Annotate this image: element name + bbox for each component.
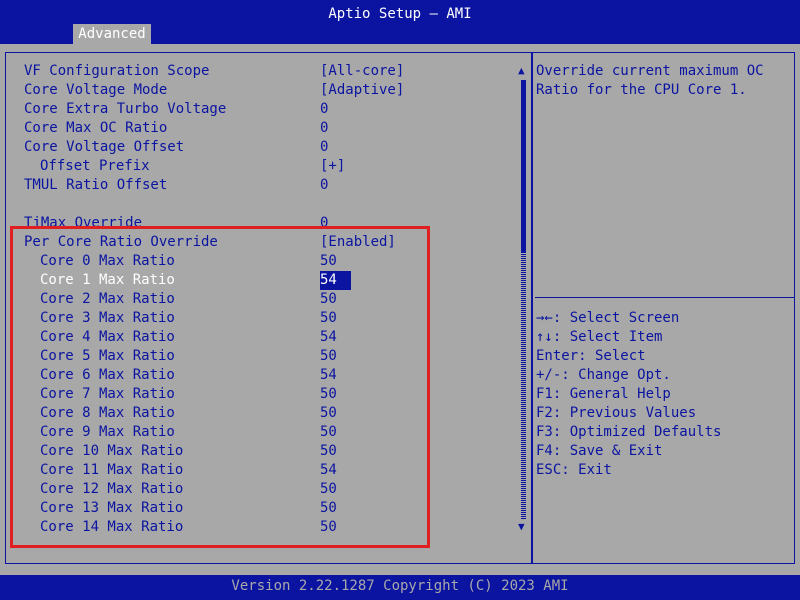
scroll-up-arrow-icon[interactable]: ▲ <box>518 64 525 77</box>
scrollbar-thumb[interactable] <box>521 80 526 252</box>
key-enter: Enter: Select <box>536 348 646 364</box>
setting-value[interactable]: 0 <box>320 100 328 119</box>
key-f4: F4: Save & Exit <box>536 443 663 459</box>
setting-label: TMUL Ratio Offset <box>24 177 168 193</box>
key-f2: F2: Previous Values <box>536 405 697 421</box>
setting-value[interactable]: 0 <box>320 176 328 195</box>
setting-row-tmul-ratio-offset[interactable]: TMUL Ratio Offset 0 <box>24 176 514 195</box>
app-title: Aptio Setup – AMI <box>328 6 472 22</box>
setting-value[interactable]: [Adaptive] <box>320 81 404 100</box>
settings-spacer <box>24 195 514 214</box>
key-change-opt: +/-: Change Opt. <box>536 367 671 383</box>
setting-row-core-max-oc-ratio[interactable]: Core Max OC Ratio 0 <box>24 119 514 138</box>
setting-value[interactable]: [+] <box>320 157 345 176</box>
setting-row-offset-prefix[interactable]: Offset Prefix [+] <box>24 157 514 176</box>
highlight-annotation-box <box>10 226 430 548</box>
key-f3: F3: Optimized Defaults <box>536 424 722 440</box>
tab-advanced[interactable]: Advanced <box>73 24 151 44</box>
scroll-down-arrow-icon[interactable]: ▼ <box>518 520 525 533</box>
setting-label: Core Max OC Ratio <box>24 120 168 136</box>
setting-label: Core Extra Turbo Voltage <box>24 101 227 117</box>
key-legend: →←: Select Screen ↑↓: Select Item Enter:… <box>536 309 791 480</box>
footer-version: Version 2.22.1287 Copyright (C) 2023 AMI <box>0 575 800 600</box>
setting-value[interactable]: 0 <box>320 119 328 138</box>
panel-divider <box>531 52 533 564</box>
setting-label: Core Voltage Offset <box>24 139 185 155</box>
setting-row-core-voltage-mode[interactable]: Core Voltage Mode [Adaptive] <box>24 81 514 100</box>
key-f1: F1: General Help <box>536 386 671 402</box>
setting-row-vf-configuration-scope[interactable]: VF Configuration Scope [All-core] <box>24 62 514 81</box>
key-esc: ESC: Exit <box>536 462 612 478</box>
title-bar: Aptio Setup – AMI Advanced <box>0 0 800 44</box>
main-panel: VF Configuration Scope [All-core] Core Vol… <box>0 44 800 575</box>
help-description: Override current maximum OC Ratio for th… <box>536 63 773 98</box>
setting-row-core-extra-turbo-voltage[interactable]: Core Extra Turbo Voltage 0 <box>24 100 514 119</box>
help-separator <box>535 297 795 298</box>
setting-label: VF Configuration Scope <box>24 63 210 79</box>
setting-label: Offset Prefix <box>40 158 150 174</box>
setting-row-core-voltage-offset[interactable]: Core Voltage Offset 0 <box>24 138 514 157</box>
key-select-item: ↑↓: Select Item <box>536 329 663 345</box>
setting-value[interactable]: 0 <box>320 138 328 157</box>
key-select-screen: →←: Select Screen <box>536 310 680 326</box>
setting-value[interactable]: [All-core] <box>320 62 404 81</box>
scrollbar-track[interactable] <box>521 252 526 520</box>
setting-label: Core Voltage Mode <box>24 82 168 98</box>
